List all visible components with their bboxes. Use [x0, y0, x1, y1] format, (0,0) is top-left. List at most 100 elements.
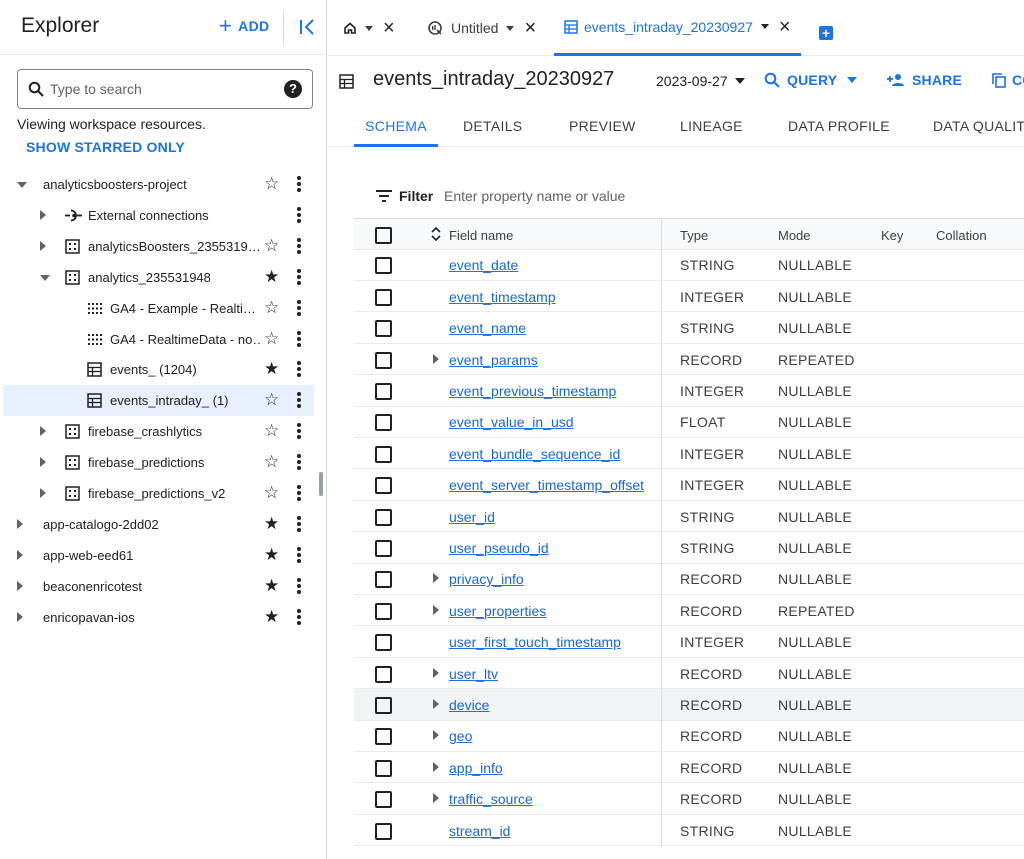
more-vert-icon[interactable]: [297, 546, 301, 563]
star-outline-icon[interactable]: ☆: [264, 421, 279, 441]
tab-home[interactable]: ×: [343, 0, 395, 56]
field-name-link[interactable]: user_pseudo_id: [449, 540, 549, 556]
tab-schema[interactable]: SCHEMA: [354, 105, 438, 147]
more-vert-icon[interactable]: [297, 577, 301, 594]
row-checkbox[interactable]: [375, 665, 392, 683]
new-tab-button[interactable]: +: [819, 26, 833, 40]
field-name-link[interactable]: geo: [449, 728, 472, 744]
row-checkbox[interactable]: [375, 320, 392, 338]
collapsed-arrow-icon[interactable]: [40, 209, 46, 220]
collapsed-arrow-icon[interactable]: [17, 549, 23, 560]
expand-record-icon[interactable]: [433, 604, 439, 615]
more-vert-icon[interactable]: [297, 237, 301, 254]
add-button[interactable]: + ADD: [219, 15, 269, 37]
row-checkbox[interactable]: [375, 383, 392, 400]
expanded-arrow-icon[interactable]: [40, 274, 50, 281]
copy-button[interactable]: CO: [992, 72, 1024, 88]
more-vert-icon[interactable]: [297, 268, 301, 285]
tree-item[interactable]: GA4 - RealtimeData - no… ☆: [3, 324, 314, 355]
tree-item[interactable]: firebase_crashlytics ☆: [3, 416, 314, 447]
collapsed-arrow-icon[interactable]: [40, 457, 46, 468]
starred-icon[interactable]: ★: [264, 514, 279, 534]
more-vert-icon[interactable]: [297, 392, 301, 409]
tab-details[interactable]: DETAILS: [463, 105, 522, 147]
field-name-link[interactable]: event_value_in_usd: [449, 414, 574, 430]
tree-item[interactable]: analyticsboosters-project ☆: [3, 169, 314, 200]
field-name-link[interactable]: user_id: [449, 509, 495, 525]
more-vert-icon[interactable]: [297, 206, 301, 223]
tab-untitled[interactable]: Untitled ×: [427, 0, 536, 56]
row-checkbox[interactable]: [375, 414, 392, 432]
field-name-link[interactable]: event_params: [449, 352, 538, 368]
tab-preview[interactable]: PREVIEW: [569, 105, 636, 147]
expand-record-icon[interactable]: [433, 793, 439, 804]
tree-item[interactable]: beaconenricotest ★: [3, 571, 314, 602]
star-outline-icon[interactable]: ☆: [264, 452, 279, 472]
more-vert-icon[interactable]: [297, 361, 301, 378]
star-outline-icon[interactable]: ☆: [264, 483, 279, 503]
row-checkbox[interactable]: [375, 697, 392, 714]
row-checkbox[interactable]: [375, 791, 392, 809]
row-checkbox[interactable]: [375, 288, 392, 306]
tree-item[interactable]: firebase_predictions ☆: [3, 447, 314, 478]
row-checkbox[interactable]: [375, 634, 392, 652]
tree-item[interactable]: analytics_235531948 ★: [3, 262, 314, 293]
starred-icon[interactable]: ★: [264, 267, 279, 287]
close-icon[interactable]: ×: [524, 18, 536, 38]
row-checkbox[interactable]: [375, 728, 392, 746]
show-starred-only-link[interactable]: SHOW STARRED ONLY: [26, 139, 185, 155]
filter-input[interactable]: [444, 186, 744, 206]
row-checkbox[interactable]: [375, 602, 392, 620]
row-checkbox[interactable]: [375, 571, 392, 589]
more-vert-icon[interactable]: [297, 330, 301, 347]
starred-icon[interactable]: ★: [264, 576, 279, 596]
field-name-link[interactable]: event_server_timestamp_offset: [449, 477, 644, 493]
field-name-link[interactable]: event_date: [449, 257, 518, 273]
tree-item[interactable]: events_intraday_ (1) ☆: [3, 385, 314, 417]
tree-item[interactable]: GA4 - Example - Realti… ☆: [3, 293, 314, 324]
field-name-link[interactable]: event_previous_timestamp: [449, 383, 616, 399]
star-outline-icon[interactable]: ☆: [264, 390, 279, 410]
tree-item[interactable]: app-web-eed61 ★: [3, 540, 314, 571]
expand-record-icon[interactable]: [433, 667, 439, 678]
tab-menu-icon[interactable]: [506, 25, 515, 31]
tab-events-intraday[interactable]: events_intraday_20230927 ×: [554, 0, 801, 56]
select-all-checkbox[interactable]: [375, 227, 392, 244]
more-vert-icon[interactable]: [297, 423, 301, 440]
field-name-link[interactable]: stream_id: [449, 823, 510, 839]
more-vert-icon[interactable]: [297, 485, 301, 501]
star-outline-icon[interactable]: ☆: [264, 329, 279, 349]
tab-menu-icon[interactable]: [365, 25, 373, 31]
expand-record-icon[interactable]: [433, 353, 439, 364]
tree-item[interactable]: analyticsBoosters_2355319… ☆: [3, 231, 314, 262]
field-name-link[interactable]: device: [449, 697, 489, 713]
tab-data-profile[interactable]: DATA PROFILE: [788, 105, 890, 147]
row-checkbox[interactable]: [375, 445, 392, 463]
row-checkbox[interactable]: [375, 508, 392, 526]
collapsed-arrow-icon[interactable]: [40, 488, 46, 498]
date-selector[interactable]: 2023-09-27: [656, 73, 745, 89]
more-vert-icon[interactable]: [297, 608, 301, 625]
row-checkbox[interactable]: [375, 477, 392, 495]
expand-record-icon[interactable]: [433, 573, 439, 584]
star-outline-icon[interactable]: ☆: [264, 236, 279, 256]
more-vert-icon[interactable]: [297, 454, 301, 471]
starred-icon[interactable]: ★: [264, 607, 279, 627]
starred-icon[interactable]: ★: [264, 545, 279, 565]
field-name-link[interactable]: event_bundle_sequence_id: [449, 446, 620, 462]
tree-item[interactable]: app-catalogo-2dd02 ★: [3, 509, 314, 540]
share-button[interactable]: SHARE: [887, 72, 962, 88]
expand-record-icon[interactable]: [433, 699, 439, 709]
collapsed-arrow-icon[interactable]: [17, 518, 23, 529]
more-vert-icon[interactable]: [297, 299, 301, 316]
row-checkbox[interactable]: [375, 540, 392, 557]
expand-record-icon[interactable]: [433, 761, 439, 772]
field-name-link[interactable]: event_timestamp: [449, 289, 556, 305]
more-vert-icon[interactable]: [297, 515, 301, 532]
panel-resize-handle[interactable]: [319, 472, 323, 496]
field-name-link[interactable]: app_info: [449, 760, 503, 776]
collapsed-arrow-icon[interactable]: [17, 611, 23, 622]
search-input[interactable]: [50, 79, 280, 99]
field-name-link[interactable]: privacy_info: [449, 571, 524, 587]
row-checkbox[interactable]: [375, 822, 392, 840]
